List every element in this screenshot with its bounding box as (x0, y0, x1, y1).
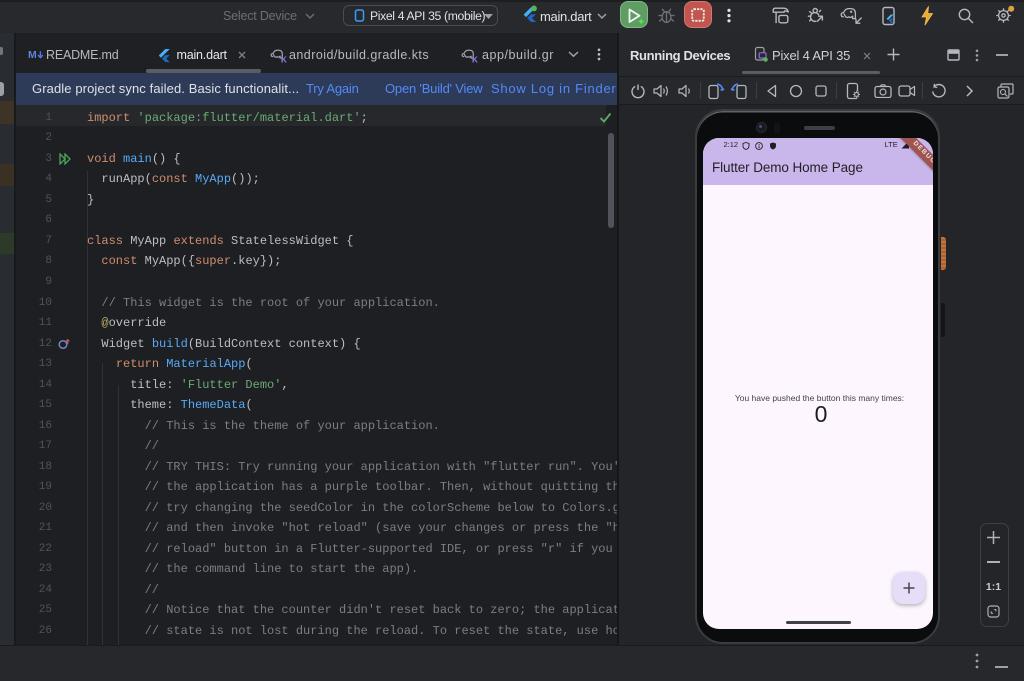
svg-text:K: K (281, 56, 287, 64)
svg-text:M: M (28, 49, 37, 61)
svg-text:K: K (472, 56, 478, 64)
